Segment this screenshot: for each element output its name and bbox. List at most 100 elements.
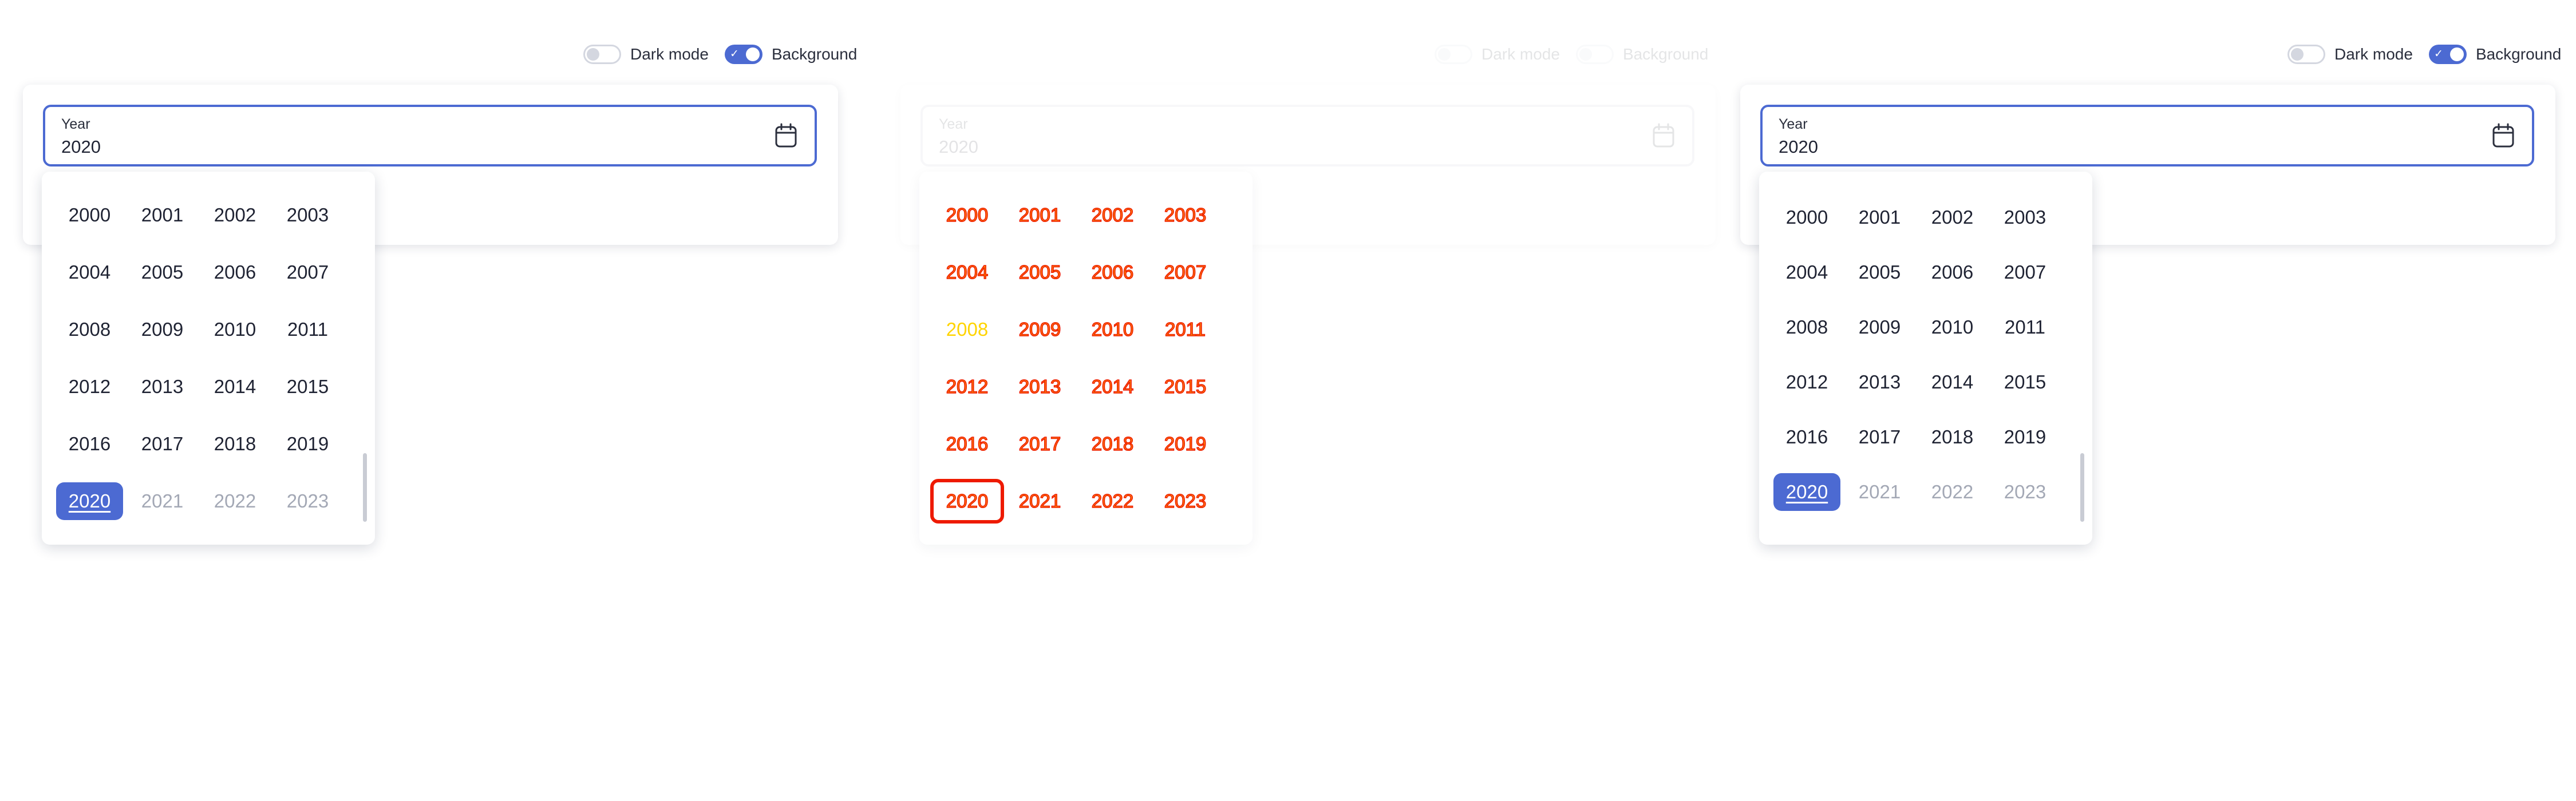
year-option[interactable]: 2004	[1771, 245, 1843, 300]
year-option[interactable]: 2020	[930, 473, 1005, 530]
year-option[interactable]: 2004	[931, 244, 1003, 301]
year-option-label: 2013	[1858, 371, 1901, 392]
year-option[interactable]: 2007	[1149, 244, 1222, 301]
year-field[interactable]: Year 2020	[920, 105, 1694, 166]
year-field[interactable]: Year 2020	[1760, 105, 2534, 166]
year-option[interactable]: 2015	[1149, 358, 1222, 415]
year-option[interactable]: 2011	[1989, 300, 2061, 355]
year-option[interactable]: 2015	[1989, 355, 2061, 410]
year-option[interactable]: 2022	[1916, 465, 1989, 520]
dark-mode-toggle[interactable]: Dark mode	[2287, 45, 2413, 64]
dark-mode-toggle[interactable]: Dark mode	[1435, 45, 1560, 64]
calendar-icon[interactable]	[775, 123, 797, 148]
year-option[interactable]: 2014	[1076, 358, 1149, 415]
year-option[interactable]: 2019	[1149, 415, 1222, 473]
year-option[interactable]: 2018	[1076, 415, 1149, 473]
year-option[interactable]: 2009	[1843, 300, 1916, 355]
background-switch[interactable]: ✓	[2428, 45, 2467, 64]
year-option[interactable]: 2009	[126, 301, 199, 358]
year-option[interactable]: 2003	[1989, 190, 2061, 245]
year-option[interactable]: 2010	[1076, 301, 1149, 358]
year-option[interactable]: 2014	[199, 358, 271, 415]
year-option[interactable]: 2010	[199, 301, 271, 358]
year-option[interactable]: 2023	[1989, 465, 2061, 520]
year-field[interactable]: Year 2020	[43, 105, 817, 166]
year-option[interactable]: 2009	[1003, 301, 1076, 358]
year-option[interactable]: 2022	[1076, 473, 1149, 530]
year-option[interactable]: 2020	[53, 473, 126, 530]
year-field-value[interactable]: 2020	[1779, 137, 1818, 157]
year-option[interactable]: 2017	[126, 415, 199, 473]
year-field-value[interactable]: 2020	[939, 137, 978, 157]
year-option[interactable]: 2002	[1076, 187, 1149, 244]
year-option[interactable]: 2001	[1003, 187, 1076, 244]
year-option[interactable]: 2001	[1843, 190, 1916, 245]
background-switch[interactable]	[1575, 45, 1614, 64]
year-option[interactable]: 2006	[1916, 245, 1989, 300]
panel-right: Dark mode ✓ Background Year 2020 2000 200…	[1717, 0, 2576, 801]
year-option[interactable]: 2008	[1771, 300, 1843, 355]
year-option[interactable]: 2017	[1843, 410, 1916, 465]
year-option[interactable]: 2007	[271, 244, 344, 301]
year-option[interactable]: 2008	[931, 301, 1003, 358]
year-option[interactable]: 2015	[271, 358, 344, 415]
year-option[interactable]: 2006	[1076, 244, 1149, 301]
year-option[interactable]: 2013	[1003, 358, 1076, 415]
year-option[interactable]: 2000	[53, 187, 126, 244]
year-option[interactable]: 2000	[931, 187, 1003, 244]
year-option[interactable]: 2003	[271, 187, 344, 244]
year-option[interactable]: 2023	[1149, 473, 1222, 530]
year-option[interactable]: 2007	[1989, 245, 2061, 300]
background-toggle[interactable]: ✓ Background	[2428, 45, 2561, 64]
dropdown-scrollbar[interactable]	[363, 453, 367, 522]
year-option[interactable]: 2016	[53, 415, 126, 473]
year-option[interactable]: 2005	[126, 244, 199, 301]
year-option[interactable]: 2004	[53, 244, 126, 301]
background-toggle[interactable]: Background	[1575, 45, 1708, 64]
year-option[interactable]: 2017	[1003, 415, 1076, 473]
year-option[interactable]: 2002	[1916, 190, 1989, 245]
year-option[interactable]: 2021	[126, 473, 199, 530]
year-option[interactable]: 2013	[1843, 355, 1916, 410]
year-option[interactable]: 2013	[126, 358, 199, 415]
year-option[interactable]: 2023	[271, 473, 344, 530]
year-option[interactable]: 2020	[1771, 465, 1843, 520]
year-option[interactable]: 2012	[931, 358, 1003, 415]
year-option[interactable]: 2005	[1003, 244, 1076, 301]
year-option[interactable]: 2018	[1916, 410, 1989, 465]
year-option[interactable]: 2018	[199, 415, 271, 473]
year-option[interactable]: 2012	[53, 358, 126, 415]
year-option[interactable]: 2016	[931, 415, 1003, 473]
year-option-label: 2020	[930, 479, 1005, 524]
year-option[interactable]: 2010	[1916, 300, 1989, 355]
background-switch[interactable]: ✓	[724, 45, 762, 64]
year-option[interactable]: 2003	[1149, 187, 1222, 244]
year-option[interactable]: 2000	[1771, 190, 1843, 245]
year-option[interactable]: 2021	[1843, 465, 1916, 520]
year-option[interactable]: 2005	[1843, 245, 1916, 300]
calendar-icon[interactable]	[1652, 123, 1675, 148]
calendar-icon[interactable]	[2492, 123, 2515, 148]
year-option[interactable]: 2002	[199, 187, 271, 244]
year-option[interactable]: 2011	[1149, 301, 1222, 358]
dark-mode-switch[interactable]	[2287, 45, 2325, 64]
dropdown-scrollbar[interactable]	[2080, 453, 2084, 522]
year-option[interactable]: 2019	[1989, 410, 2061, 465]
year-option[interactable]: 2001	[126, 187, 199, 244]
year-option[interactable]: 2011	[271, 301, 344, 358]
year-option[interactable]: 2021	[1003, 473, 1076, 530]
year-option[interactable]: 2012	[1771, 355, 1843, 410]
year-option-label: 2001	[1858, 207, 1901, 228]
year-field-value[interactable]: 2020	[61, 137, 101, 157]
year-option[interactable]: 2016	[1771, 410, 1843, 465]
dark-mode-switch[interactable]	[1435, 45, 1472, 64]
dark-mode-toggle[interactable]: Dark mode	[583, 45, 709, 64]
background-toggle[interactable]: ✓ Background	[724, 45, 857, 64]
year-option[interactable]: 2014	[1916, 355, 1989, 410]
year-option[interactable]: 2006	[199, 244, 271, 301]
year-option-label: 2018	[1931, 426, 1974, 447]
year-option[interactable]: 2022	[199, 473, 271, 530]
dark-mode-switch[interactable]	[583, 45, 621, 64]
year-option[interactable]: 2008	[53, 301, 126, 358]
year-option[interactable]: 2019	[271, 415, 344, 473]
